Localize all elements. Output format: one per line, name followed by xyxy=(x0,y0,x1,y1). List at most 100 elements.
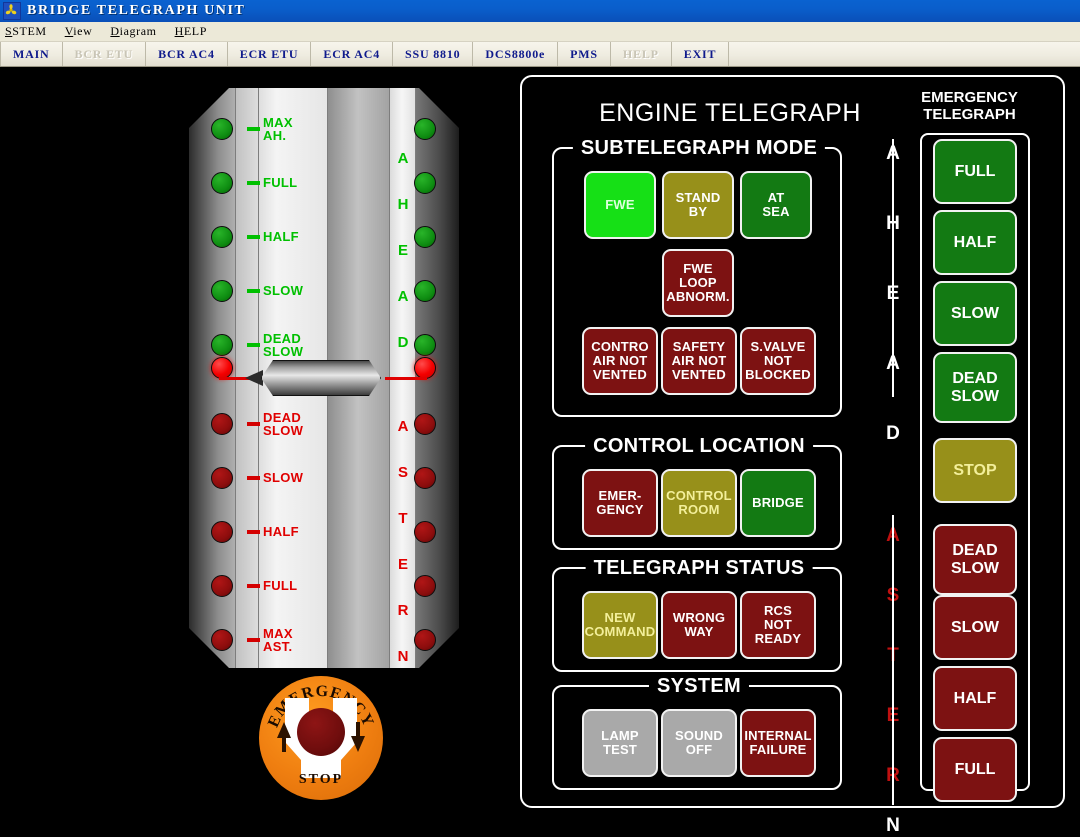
pointer-line-right xyxy=(385,377,427,380)
emergency-button-half[interactable]: HALF xyxy=(933,666,1017,731)
panel-button-line1: CONTROL xyxy=(666,488,732,503)
menu-item-system[interactable]: SSTEM xyxy=(5,24,47,39)
emergency-button-line1: HALF xyxy=(953,233,997,251)
group-control-location: CONTROL LOCATION EMER- GENCY CONTROL ROOM BRI… xyxy=(552,435,842,550)
emergency-title-line1: EMERGENCY xyxy=(921,89,1018,106)
panel-button-new-command[interactable]: NEW COMMAND xyxy=(582,591,658,659)
panel-button-line2: FAILURE xyxy=(749,742,807,757)
emergency-button-full[interactable]: FULL xyxy=(933,139,1017,204)
dial-ahead-letter: A xyxy=(397,288,409,305)
dial-ahead-letter: A xyxy=(397,150,409,167)
toolbar-button-ecr-ac4[interactable]: ECR AC4 xyxy=(311,42,393,66)
panel-button-lamp-test[interactable]: LAMP TEST xyxy=(582,709,658,777)
emergency-button-full[interactable]: FULL xyxy=(933,737,1017,802)
panel-button-internal-failure[interactable]: INTERNAL FAILURE xyxy=(740,709,816,777)
panel-button-sound-off[interactable]: SOUND OFF xyxy=(661,709,737,777)
emergency-stop-knob[interactable] xyxy=(297,708,345,756)
emergency-astern-letter: N xyxy=(886,815,900,836)
panel-button-line2: BY xyxy=(688,204,708,219)
panel-button-line1: EMER- xyxy=(598,488,642,503)
emergency-button-label: FULL xyxy=(955,761,996,779)
group-label: SUBTELEGRAPH MODE xyxy=(572,137,826,160)
dial-tick xyxy=(247,127,260,131)
dial-pointer xyxy=(189,357,459,399)
dial-tick xyxy=(247,584,260,588)
toolbar: MAIN BCR ETU BCR AC4 ECR ETU ECR AC4 SSU 8810… xyxy=(0,42,1080,67)
panel-button-rcs-not-ready[interactable]: RCS NOT READY xyxy=(740,591,816,659)
emergency-stop-button[interactable]: EMERGENCY STOP xyxy=(259,676,383,800)
panel-button-line1: AT xyxy=(767,190,785,205)
emergency-button-label: HALF xyxy=(954,690,997,708)
dial-step-label: SLOW xyxy=(263,471,303,484)
panel-button-label: STAND BY xyxy=(676,191,721,219)
emergency-button-label: DEAD SLOW xyxy=(951,542,999,578)
group-system: SYSTEM LAMP TEST SOUND OFF INTERNAL FAILURE xyxy=(552,675,842,790)
emergency-stop-label: STOP xyxy=(298,772,344,787)
toolbar-button-label: MAIN xyxy=(13,46,50,61)
toolbar-button-dcs8800e[interactable]: DCS8800e xyxy=(473,42,559,66)
toolbar-button-label: DCS8800e xyxy=(485,46,546,61)
panel-button-line2: WAY xyxy=(684,624,714,639)
dial-lamp xyxy=(211,413,233,435)
dial-astern-letter: T xyxy=(398,510,408,527)
panel-button-bridge[interactable]: BRIDGE xyxy=(740,469,816,537)
panel-button-fwe[interactable]: FWE xyxy=(584,171,656,239)
panel-button-contro-air-not-vented[interactable]: CONTRO AIR NOT VENTED xyxy=(582,327,658,395)
panel-button-s-valve-not-blocked[interactable]: S.VALVE NOT BLOCKED xyxy=(740,327,816,395)
group-telegraph-status: TELEGRAPH STATUS NEW COMMAND WRONG WAY RCS NOT… xyxy=(552,557,842,672)
dial-lamp xyxy=(414,226,436,248)
dial-step-label-line2: AH. xyxy=(263,128,287,143)
group-subtelegraph-mode: SUBTELEGRAPH MODE FWE STAND BY AT SEA FWE LOOP A… xyxy=(552,137,842,417)
panel-button-label: NEW COMMAND xyxy=(585,611,656,639)
dial-ahead-letter: D xyxy=(397,334,409,351)
panel-button-wrong-way[interactable]: WRONG WAY xyxy=(661,591,737,659)
panel-button-safety-air-not-vented[interactable]: SAFETY AIR NOT VENTED xyxy=(661,327,737,395)
dial-step-label: FULL xyxy=(263,176,297,189)
dial-step-label: MAX AST. xyxy=(263,627,293,653)
panel-button-line2: ROOM xyxy=(678,502,720,517)
toolbar-button-label: HELP xyxy=(622,46,659,61)
emergency-button-slow[interactable]: SLOW xyxy=(933,281,1017,346)
emergency-button-label: SLOW xyxy=(951,619,999,637)
emergency-button-label: DEAD SLOW xyxy=(951,370,999,406)
panel-button-at-sea[interactable]: AT SEA xyxy=(740,171,812,239)
panel-button-line1: LAMP xyxy=(601,728,639,743)
panel-button-line3: BLOCKED xyxy=(745,367,811,382)
emergency-button-dead-slow[interactable]: DEAD SLOW xyxy=(933,352,1017,423)
panel-button-emer-gency[interactable]: EMER- GENCY xyxy=(582,469,658,537)
dial-lamp xyxy=(414,280,436,302)
panel-button-fwe-loop-abnorm-[interactable]: FWE LOOP ABNORM. xyxy=(662,249,734,317)
toolbar-button-ssu-8810[interactable]: SSU 8810 xyxy=(393,42,474,66)
toolbar-button-ecr-etu[interactable]: ECR ETU xyxy=(228,42,312,66)
dial-astern-letter: R xyxy=(397,602,409,619)
emergency-button-line1: SLOW xyxy=(951,618,999,636)
menu-item-view[interactable]: View xyxy=(65,24,93,39)
panel-button-control-room[interactable]: CONTROL ROOM xyxy=(661,469,737,537)
toolbar-button-main[interactable]: MAIN xyxy=(0,42,63,66)
toolbar-button-pms[interactable]: PMS xyxy=(558,42,611,66)
emergency-button-slow[interactable]: SLOW xyxy=(933,595,1017,660)
group-label: TELEGRAPH STATUS xyxy=(585,557,813,580)
panel-button-stand-by[interactable]: STAND BY xyxy=(662,171,734,239)
title-bar: BRIDGE TELEGRAPH UNIT xyxy=(0,0,1080,22)
emergency-button-stop[interactable]: STOP xyxy=(933,438,1017,503)
panel-button-line1: FWE xyxy=(683,261,713,276)
toolbar-button-bcr-ac4[interactable]: BCR AC4 xyxy=(146,42,228,66)
panel-button-line1: INTERNAL xyxy=(744,728,812,743)
dial-lamp xyxy=(211,521,233,543)
toolbar-button-exit[interactable]: EXIT xyxy=(672,42,730,66)
dial-step-label-line1: FULL xyxy=(263,578,298,593)
panel-button-line3: VENTED xyxy=(593,367,647,382)
panel-button-line2: COMMAND xyxy=(584,624,656,639)
panel-button-label: AT SEA xyxy=(762,191,789,219)
dial-tick xyxy=(247,181,260,185)
menu-item-help[interactable]: HELP xyxy=(175,24,207,39)
dial-tick xyxy=(247,638,260,642)
rotate-arrow-right-icon xyxy=(351,736,365,752)
emergency-button-dead-slow[interactable]: DEAD SLOW xyxy=(933,524,1017,595)
emergency-button-label: HALF xyxy=(954,234,997,252)
dial-lamp xyxy=(414,575,436,597)
emergency-button-half[interactable]: HALF xyxy=(933,210,1017,275)
menu-item-diagram[interactable]: Diagram xyxy=(110,24,156,39)
panel-button-line1: CONTRO xyxy=(591,339,649,354)
